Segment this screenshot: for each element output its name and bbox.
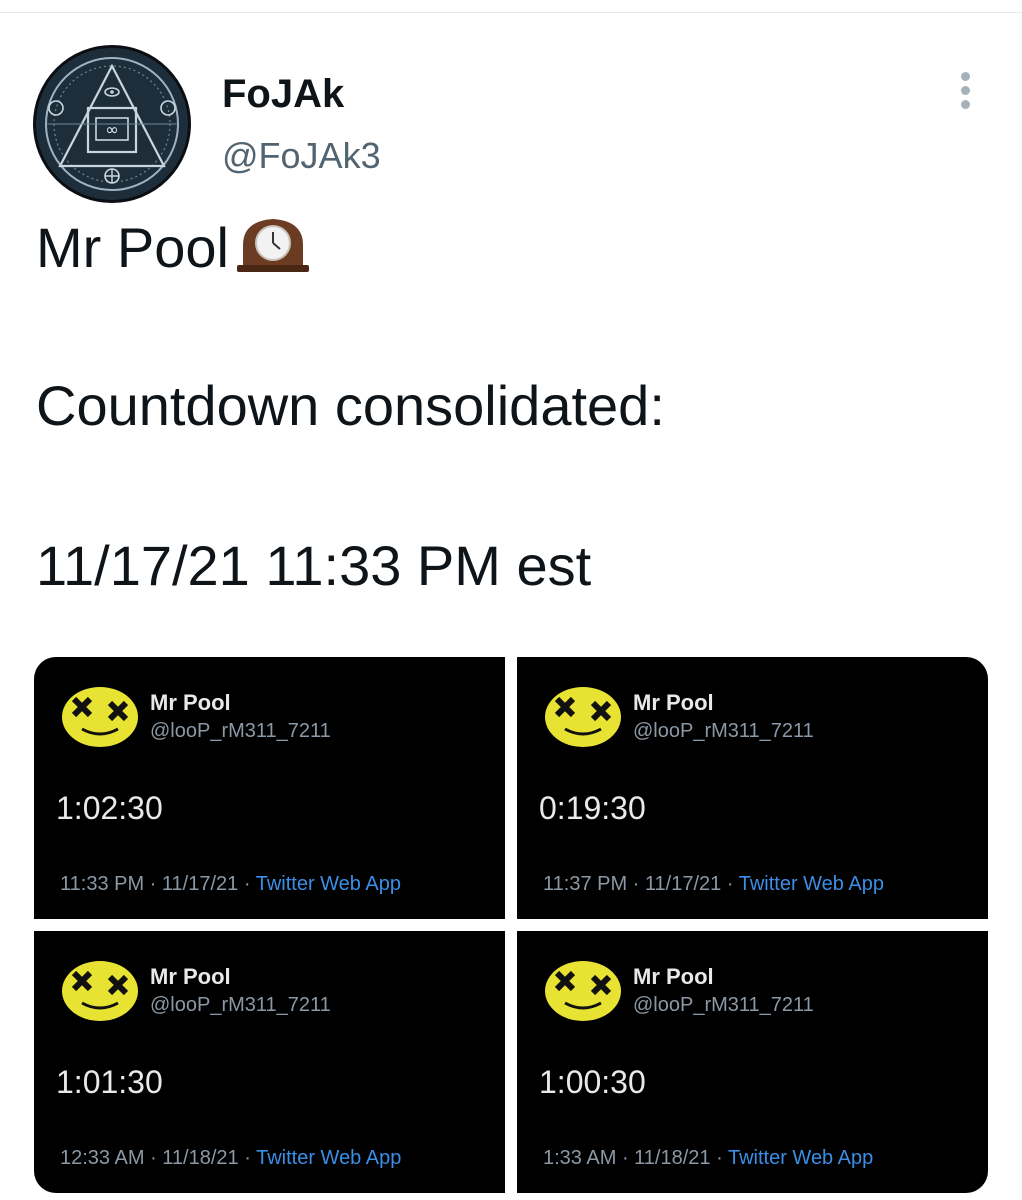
countdown-text: 1:02:30 — [56, 790, 163, 826]
tweet-source: Twitter Web App — [738, 873, 884, 895]
separator: · — [721, 873, 739, 895]
media-image-3[interactable]: Mr Pool @looP_rM311_7211 1:01:30 12:33 A… — [34, 931, 505, 1193]
tweet-text-line-3: 11/17/21 11:33 PM est — [36, 534, 592, 597]
tweet-meta: 11:33 PM · 11/17/21 · Twitter Web App — [60, 873, 401, 896]
tweet-date: 11/17/21 — [161, 873, 239, 895]
separator: · — [238, 873, 256, 895]
tweet-meta: 11:37 PM · 11/17/21 · Twitter Web App — [543, 873, 884, 896]
author-handle[interactable]: @FoJAk3 — [222, 135, 381, 177]
author-name[interactable]: FoJAk — [222, 72, 344, 117]
smiley-avatar-icon — [62, 687, 138, 747]
media-image-4[interactable]: Mr Pool @looP_rM311_7211 1:00:30 1:33 AM… — [517, 931, 988, 1193]
separator: · — [238, 1147, 257, 1169]
tweet-meta: 12:33 AM · 11/18/21 · Twitter Web App — [60, 1147, 401, 1170]
tweet-source: Twitter Web App — [256, 1147, 402, 1169]
separator: · — [144, 873, 162, 895]
smiley-avatar-icon — [545, 961, 621, 1021]
tweet-date: 11/18/21 — [162, 1147, 239, 1169]
tweet-text-line-1: Mr Pool — [36, 215, 311, 282]
tweet-date: 11/17/21 — [644, 873, 722, 895]
tweet-meta: 1:33 AM · 11/18/21 · Twitter Web App — [543, 1147, 873, 1170]
tweet-source: Twitter Web App — [727, 1147, 874, 1169]
smiley-avatar-icon — [62, 961, 138, 1021]
tweet-title: Mr Pool — [36, 216, 229, 279]
tweet-source: Twitter Web App — [255, 873, 401, 895]
tweet-time: 11:33 PM — [60, 873, 145, 895]
mantelpiece-clock-icon — [235, 215, 311, 282]
tweet-time: 12:33 AM — [60, 1147, 145, 1169]
quoted-user-handle: @looP_rM311_7211 — [150, 720, 331, 742]
tweet-time: 1:33 AM — [543, 1147, 617, 1169]
separator: · — [616, 1147, 635, 1169]
svg-text:∞: ∞ — [105, 120, 118, 139]
quoted-user-name: Mr Pool — [633, 690, 714, 715]
quoted-user-handle: @looP_rM311_7211 — [150, 994, 331, 1016]
quoted-user-handle: @looP_rM311_7211 — [633, 994, 814, 1016]
more-options-icon[interactable] — [953, 72, 977, 112]
separator: · — [627, 873, 645, 895]
media-image-1[interactable]: Mr Pool @looP_rM311_7211 1:02:30 11:33 P… — [34, 657, 505, 919]
countdown-text: 0:19:30 — [539, 790, 646, 826]
separator: · — [144, 1147, 163, 1169]
smiley-avatar-icon — [545, 687, 621, 747]
top-divider — [0, 12, 1022, 13]
countdown-text: 1:00:30 — [539, 1064, 646, 1100]
author-avatar[interactable]: ∞ — [33, 45, 191, 203]
quoted-user-name: Mr Pool — [150, 964, 231, 989]
occult-sigil-icon: ∞ — [36, 48, 188, 200]
media-grid: Mr Pool @looP_rM311_7211 1:02:30 11:33 P… — [34, 657, 988, 1193]
quoted-user-name: Mr Pool — [633, 964, 714, 989]
media-image-2[interactable]: Mr Pool @looP_rM311_7211 0:19:30 11:37 P… — [517, 657, 988, 919]
tweet-date: 11/18/21 — [634, 1147, 711, 1169]
separator: · — [710, 1147, 728, 1169]
quoted-user-handle: @looP_rM311_7211 — [633, 720, 814, 742]
tweet-text-line-2: Countdown consolidated: — [36, 374, 665, 437]
tweet-time: 11:37 PM — [543, 873, 628, 895]
quoted-user-name: Mr Pool — [150, 690, 231, 715]
countdown-text: 1:01:30 — [56, 1064, 163, 1100]
